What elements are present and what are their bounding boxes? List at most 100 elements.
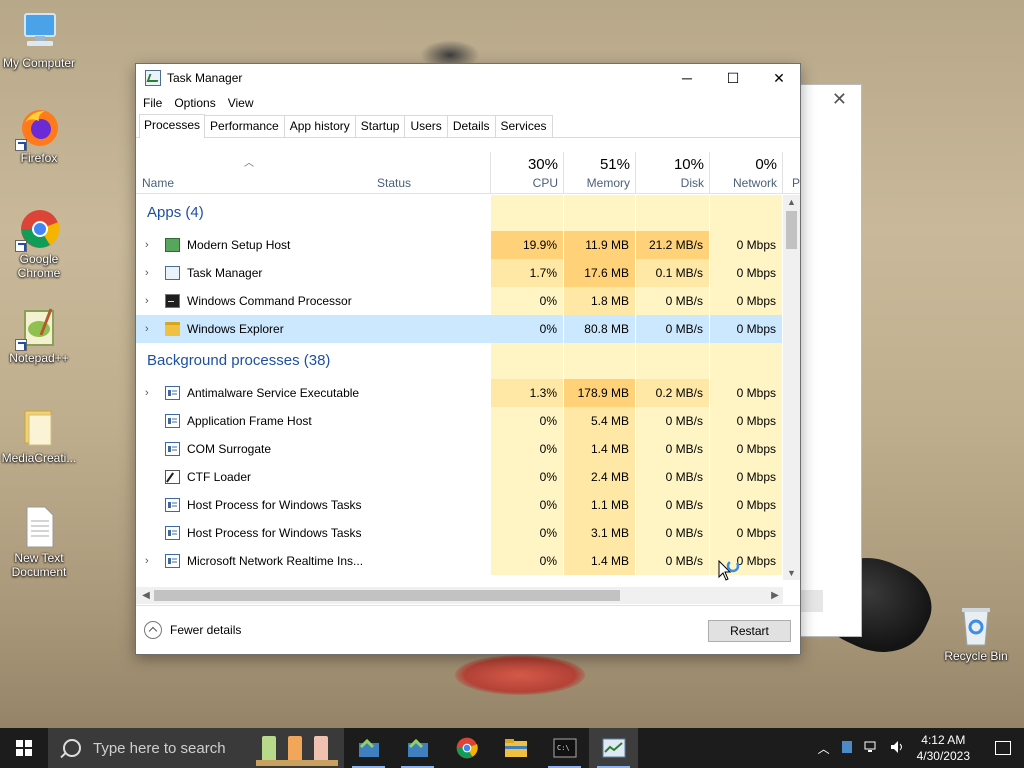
taskbar: Type here to search C:\ ︿ 4:12 AM 4/30/2… bbox=[0, 728, 1024, 768]
notification-center-button[interactable] bbox=[982, 728, 1024, 768]
desktop-icon-notepad-plus-plus[interactable]: Notepad++ bbox=[0, 305, 78, 365]
taskbar-search-box[interactable]: Type here to search bbox=[48, 728, 344, 768]
windows-logo-icon bbox=[16, 740, 32, 756]
taskbar-app-setup[interactable] bbox=[344, 728, 393, 768]
network-icon[interactable] bbox=[864, 740, 880, 757]
column-status[interactable]: Status bbox=[371, 152, 491, 194]
process-row[interactable]: › Modern Setup Host 19.9% 11.9 MB 21.2 MB/s 0… bbox=[136, 231, 783, 259]
group-header[interactable]: Background processes (38) bbox=[136, 343, 783, 379]
process-disk-cell: 0 MB/s bbox=[636, 547, 710, 575]
close-button[interactable]: ✕ bbox=[756, 64, 802, 92]
menu-view[interactable]: View bbox=[228, 96, 254, 110]
computer-icon bbox=[17, 10, 61, 54]
desktop-icon-new-text-document[interactable]: New Text Document bbox=[0, 505, 78, 579]
process-name-cell: › Modern Setup Host bbox=[136, 231, 490, 259]
column-cpu[interactable]: 30% CPU bbox=[491, 152, 564, 194]
process-row[interactable]: Application Frame Host 0% 5.4 MB 0 MB/s 0 Mb… bbox=[136, 407, 783, 435]
process-cpu-cell: 19.9% bbox=[491, 231, 564, 259]
close-icon[interactable]: ✕ bbox=[832, 89, 847, 110]
process-network-cell: 0 Mbps bbox=[710, 435, 783, 463]
menu-options[interactable]: Options bbox=[174, 96, 215, 110]
process-row[interactable]: › Microsoft Network Realtime Ins... 0% 1.4 … bbox=[136, 547, 783, 575]
scroll-left-icon[interactable]: ◀ bbox=[138, 587, 154, 604]
chrome-icon bbox=[456, 737, 478, 759]
process-name-cell: CTF Loader bbox=[136, 463, 490, 491]
clock[interactable]: 4:12 AM 4/30/2023 bbox=[917, 732, 970, 764]
system-tray: ︿ 4:12 AM 4/30/2023 bbox=[813, 728, 1024, 768]
process-memory-cell: 178.9 MB bbox=[564, 379, 636, 407]
process-row[interactable]: Host Process for Windows Tasks 0% 3.1 MB 0 … bbox=[136, 519, 783, 547]
vertical-scrollbar[interactable]: ▲ ▼ bbox=[783, 195, 800, 580]
folder-icon bbox=[165, 322, 180, 336]
desktop-icon-my-computer[interactable]: My Computer bbox=[0, 10, 78, 70]
chevron-up-icon[interactable]: ︿ bbox=[818, 740, 830, 757]
column-name[interactable]: Name bbox=[136, 152, 371, 194]
process-row[interactable]: CTF Loader 0% 2.4 MB 0 MB/s 0 Mbps bbox=[136, 463, 783, 491]
process-disk-cell: 0 MB/s bbox=[636, 519, 710, 547]
process-name: Host Process for Windows Tasks bbox=[187, 526, 362, 540]
tab-processes[interactable]: Processes bbox=[139, 114, 206, 138]
process-row[interactable]: › Windows Explorer 0% 80.8 MB 0 MB/s 0 Mbps bbox=[136, 315, 783, 343]
taskbar-tray-app-icon[interactable] bbox=[840, 740, 854, 757]
restart-button[interactable]: Restart bbox=[708, 620, 791, 642]
tab-bar: Processes Performance App history Startu… bbox=[136, 114, 800, 138]
scroll-thumb[interactable] bbox=[786, 211, 797, 249]
tab-app-history[interactable]: App history bbox=[283, 115, 356, 137]
taskbar-app-chrome[interactable] bbox=[442, 728, 491, 768]
chevron-right-icon[interactable]: › bbox=[145, 547, 155, 575]
task-manager-icon bbox=[145, 70, 161, 86]
fewer-details-button[interactable]: Fewer details bbox=[144, 621, 241, 639]
group-header[interactable]: Apps (4) bbox=[136, 195, 783, 231]
process-row[interactable]: › Task Manager 1.7% 17.6 MB 0.1 MB/s 0 Mbps bbox=[136, 259, 783, 287]
menu-file[interactable]: File bbox=[143, 96, 162, 110]
tab-startup[interactable]: Startup bbox=[354, 115, 406, 137]
chevron-right-icon[interactable]: › bbox=[145, 231, 155, 259]
search-highlight-image bbox=[256, 736, 338, 766]
chevron-right-icon[interactable]: › bbox=[145, 259, 155, 287]
taskbar-app-setup-2[interactable] bbox=[393, 728, 442, 768]
desktop-icon-label: New Text Document bbox=[11, 551, 67, 579]
process-row[interactable]: › Windows Command Processor 0% 1.8 MB 0 MB/s… bbox=[136, 287, 783, 315]
tab-users[interactable]: Users bbox=[404, 115, 448, 137]
hscroll-thumb[interactable] bbox=[154, 590, 620, 601]
desktop-icon-firefox[interactable]: Firefox bbox=[0, 105, 78, 165]
volume-icon[interactable] bbox=[890, 740, 906, 757]
minimize-button[interactable]: ─ bbox=[664, 64, 710, 92]
tab-performance[interactable]: Performance bbox=[204, 115, 285, 137]
taskbar-app-task-manager[interactable] bbox=[589, 728, 638, 768]
desktop-icon-label: Google Chrome bbox=[17, 252, 61, 280]
horizontal-scrollbar[interactable]: ◀ ▶ bbox=[136, 587, 783, 604]
menu-bar: File Options View bbox=[136, 92, 800, 114]
process-name: Host Process for Windows Tasks bbox=[187, 498, 362, 512]
process-row[interactable]: › Antimalware Service Executable 1.3% 178.9… bbox=[136, 379, 783, 407]
taskbar-app-cmd[interactable]: C:\ bbox=[540, 728, 589, 768]
process-name: Microsoft Network Realtime Ins... bbox=[187, 554, 364, 568]
notepad-plus-plus-icon bbox=[15, 305, 61, 351]
title-bar[interactable]: Task Manager ─ ☐ ✕ bbox=[136, 64, 800, 92]
process-network-cell: 0 Mbps bbox=[710, 407, 783, 435]
desktop-icon-google-chrome[interactable]: Google Chrome bbox=[0, 206, 78, 280]
scroll-down-icon[interactable]: ▼ bbox=[783, 566, 800, 580]
tab-services[interactable]: Services bbox=[494, 115, 553, 137]
process-name: Antimalware Service Executable bbox=[187, 386, 360, 400]
maximize-button[interactable]: ☐ bbox=[710, 64, 756, 92]
tab-details[interactable]: Details bbox=[446, 115, 496, 137]
start-button[interactable] bbox=[0, 728, 48, 768]
taskbar-app-file-explorer[interactable] bbox=[491, 728, 540, 768]
desktop-icon-recycle-bin[interactable]: Recycle Bin bbox=[937, 603, 1015, 663]
desktop-icon-mediacreation[interactable]: MediaCreati... bbox=[0, 405, 78, 465]
column-disk[interactable]: 10% Disk bbox=[636, 152, 710, 194]
column-memory[interactable]: 51% Memory bbox=[564, 152, 636, 194]
process-row[interactable]: Host Process for Windows Tasks 0% 1.1 MB 0 … bbox=[136, 491, 783, 519]
chevron-right-icon[interactable]: › bbox=[145, 287, 155, 315]
process-name-cell: › Task Manager bbox=[136, 259, 490, 287]
process-disk-cell: 0 MB/s bbox=[636, 463, 710, 491]
column-power[interactable]: P bbox=[783, 152, 800, 194]
chevron-right-icon[interactable]: › bbox=[145, 379, 155, 407]
chevron-right-icon[interactable]: › bbox=[145, 315, 155, 343]
process-row[interactable]: COM Surrogate 0% 1.4 MB 0 MB/s 0 Mbps bbox=[136, 435, 783, 463]
scroll-right-icon[interactable]: ▶ bbox=[767, 587, 783, 604]
scroll-up-icon[interactable]: ▲ bbox=[783, 195, 800, 209]
process-disk-cell: 0 MB/s bbox=[636, 491, 710, 519]
column-network[interactable]: 0% Network bbox=[710, 152, 783, 194]
